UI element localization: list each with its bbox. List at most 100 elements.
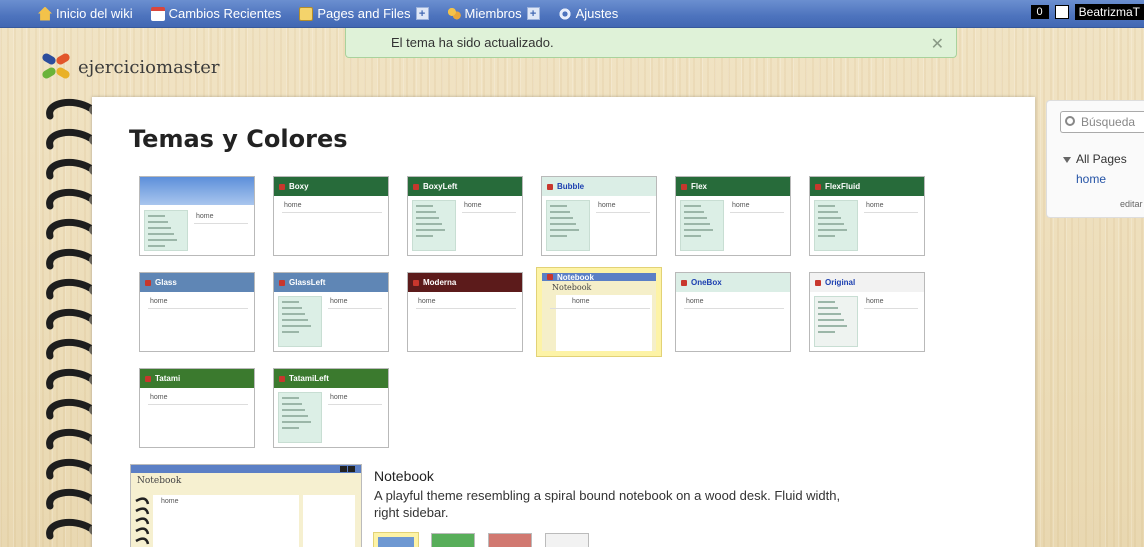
theme-sidebar bbox=[814, 200, 858, 251]
theme-tile[interactable]: Flex home bbox=[675, 176, 791, 256]
add-member-button[interactable]: + bbox=[526, 7, 540, 20]
search-placeholder: Búsqueda bbox=[1081, 115, 1136, 129]
theme-divider bbox=[148, 308, 248, 309]
theme-tile[interactable]: Moderna home bbox=[407, 272, 523, 352]
notification-count[interactable]: 0 bbox=[1030, 5, 1049, 19]
theme-tile[interactable]: Original home bbox=[809, 272, 925, 352]
theme-divider bbox=[194, 223, 248, 224]
theme-home-text: home bbox=[150, 298, 168, 305]
nav-home[interactable]: Inicio del wiki bbox=[38, 6, 133, 21]
theme-tile[interactable]: home bbox=[139, 176, 255, 256]
theme-divider bbox=[864, 308, 918, 309]
sidebar-edit-link[interactable]: editar bbox=[1120, 199, 1143, 209]
nav-recent-changes[interactable]: Cambios Recientes bbox=[150, 6, 281, 21]
sidebar-home-link[interactable]: home bbox=[1076, 172, 1106, 186]
color-swatch[interactable] bbox=[431, 533, 475, 547]
theme-header: OneBox bbox=[676, 273, 790, 292]
nav-settings[interactable]: Ajustes bbox=[557, 6, 618, 21]
nav-members[interactable]: Miembros + bbox=[446, 6, 540, 21]
theme-header: BoxyLeft bbox=[408, 177, 522, 196]
theme-sidebar bbox=[278, 392, 322, 443]
wiki-cup-icon bbox=[815, 183, 821, 190]
theme-tile[interactable]: Tatami home bbox=[139, 368, 255, 448]
spiral-coil bbox=[46, 218, 94, 240]
theme-header: Flex bbox=[676, 177, 790, 196]
page-title: Temas y Colores bbox=[129, 125, 348, 153]
theme-tile[interactable]: Glass home bbox=[139, 272, 255, 352]
theme-divider bbox=[730, 212, 784, 213]
color-swatch[interactable] bbox=[488, 533, 532, 547]
user-box[interactable]: 0 BeatrizmaT bbox=[1030, 4, 1144, 20]
theme-tile[interactable]: FlexFluid home bbox=[809, 176, 925, 256]
triangle-down-icon bbox=[1063, 157, 1071, 163]
theme-home-text: home bbox=[150, 394, 168, 401]
theme-header: FlexFluid bbox=[810, 177, 924, 196]
close-icon[interactable]: ✕ bbox=[931, 34, 944, 54]
spiral-coil bbox=[46, 518, 94, 540]
spiral-coil bbox=[46, 458, 94, 480]
spiral-coil bbox=[46, 188, 94, 210]
theme-name: OneBox bbox=[691, 278, 722, 287]
site-logo[interactable]: ejerciciomaster bbox=[40, 52, 220, 82]
add-page-button[interactable]: + bbox=[415, 7, 429, 20]
spiral-coil bbox=[46, 308, 94, 330]
all-pages-toggle[interactable]: All Pages bbox=[1063, 152, 1127, 166]
theme-sidebar bbox=[144, 210, 188, 251]
wiki-cup-icon bbox=[413, 183, 419, 190]
theme-tile[interactable]: Boxy home bbox=[273, 176, 389, 256]
theme-tile[interactable]: OneBox home bbox=[675, 272, 791, 352]
theme-header: TatamiLeft bbox=[274, 369, 388, 388]
theme-tile[interactable]: Bubble home bbox=[541, 176, 657, 256]
spiral-coil bbox=[46, 98, 94, 120]
search-input[interactable]: Búsqueda bbox=[1060, 111, 1144, 133]
theme-header: Boxy bbox=[274, 177, 388, 196]
theme-header bbox=[140, 177, 254, 205]
theme-divider bbox=[462, 212, 516, 213]
theme-home-text: home bbox=[866, 298, 884, 305]
theme-home-text: home bbox=[196, 213, 214, 220]
theme-name: TatamiLeft bbox=[289, 374, 329, 383]
home-icon bbox=[38, 6, 52, 21]
theme-header: Original bbox=[810, 273, 924, 292]
selected-theme-name: Notebook bbox=[374, 468, 434, 484]
theme-divider bbox=[416, 308, 516, 309]
selected-theme-preview: Notebook home bbox=[130, 464, 362, 547]
color-swatch[interactable] bbox=[545, 533, 589, 547]
spiral-coil bbox=[46, 338, 94, 360]
theme-home-text: home bbox=[572, 298, 590, 305]
avatar[interactable] bbox=[1054, 5, 1069, 19]
theme-name: BoxyLeft bbox=[423, 182, 458, 191]
user-name[interactable]: BeatrizmaT bbox=[1074, 4, 1144, 20]
notebook-name: Notebook bbox=[552, 283, 592, 292]
theme-tile[interactable]: BoxyLeft home bbox=[407, 176, 523, 256]
spiral-coil bbox=[46, 488, 94, 510]
theme-divider bbox=[328, 404, 382, 405]
theme-tile[interactable]: Notebook Notebook home bbox=[536, 267, 662, 357]
wiki-cup-icon bbox=[681, 279, 687, 286]
preview-site-name: Notebook bbox=[137, 476, 182, 486]
preview-content: home bbox=[153, 495, 299, 547]
nav-pages-label: Pages and Files bbox=[317, 6, 411, 21]
wiki-cup-icon bbox=[547, 183, 553, 190]
theme-tile[interactable]: GlassLeft home bbox=[273, 272, 389, 352]
preview-nav-bar bbox=[131, 465, 361, 473]
theme-name: Glass bbox=[155, 278, 177, 287]
color-swatch[interactable] bbox=[373, 532, 419, 547]
theme-name: GlassLeft bbox=[289, 278, 326, 287]
theme-tile[interactable]: TatamiLeft home bbox=[273, 368, 389, 448]
theme-home-text: home bbox=[686, 298, 704, 305]
theme-sidebar bbox=[278, 296, 322, 347]
theme-home-text: home bbox=[330, 394, 348, 401]
theme-divider bbox=[684, 308, 784, 309]
wiki-cup-icon bbox=[815, 279, 821, 286]
theme-name: Bubble bbox=[557, 182, 585, 191]
nav-pages-and-files[interactable]: Pages and Files + bbox=[299, 6, 429, 21]
members-icon bbox=[446, 6, 461, 21]
theme-divider bbox=[596, 212, 650, 213]
theme-updated-notice: El tema ha sido actualizado. ✕ bbox=[345, 28, 957, 58]
theme-header: Glass bbox=[140, 273, 254, 292]
theme-home-text: home bbox=[418, 298, 436, 305]
wiki-cup-icon bbox=[681, 183, 687, 190]
nav-members-label: Miembros bbox=[464, 6, 522, 21]
calendar-icon bbox=[150, 6, 165, 21]
